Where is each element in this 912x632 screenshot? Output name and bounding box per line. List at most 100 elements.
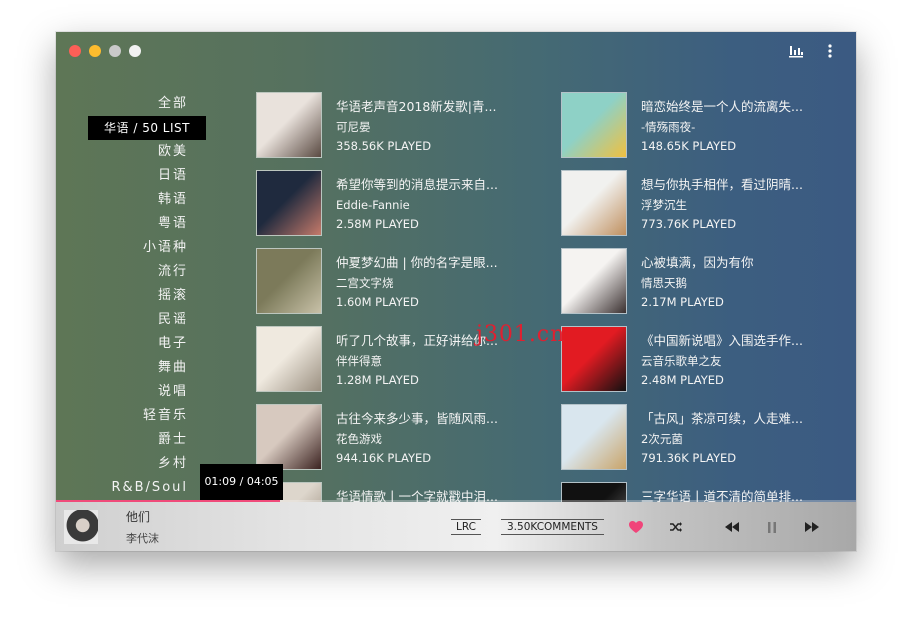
play-count: 148.65K PLAYED xyxy=(641,139,737,153)
playlist-cover[interactable] xyxy=(561,92,627,158)
shuffle-button[interactable] xyxy=(666,517,686,537)
play-count: 1.60M PLAYED xyxy=(336,295,419,309)
playlist-cover[interactable] xyxy=(561,248,627,314)
category-item[interactable]: 全部 xyxy=(56,92,208,116)
category-item[interactable]: 欧美 xyxy=(56,140,208,164)
playlist-title[interactable]: 暗恋始终是一个人的流离失... xyxy=(641,98,851,116)
pause-icon xyxy=(768,521,776,533)
playlist-info: 仲夏梦幻曲 | 你的名字是眼... 二宫文字烧 1.60M PLAYED xyxy=(336,254,546,311)
playlist-card[interactable]: 心被填满，因为有你 情思天鹅 2.17M PLAYED xyxy=(561,248,851,314)
playlist-cover[interactable] xyxy=(561,404,627,470)
category-item[interactable]: 小语种 xyxy=(56,236,208,260)
like-button[interactable] xyxy=(626,517,646,537)
category-item[interactable]: 说唱 xyxy=(56,380,208,404)
playlist-cover[interactable] xyxy=(256,404,322,470)
playlist-author[interactable]: 二宫文字烧 xyxy=(336,274,546,292)
category-item[interactable]: 乡村 xyxy=(56,452,208,476)
app-window: 全部 华语 / 50 LIST 欧美 日语 韩语 粤语 小语种 流行 摇滚 民谣 电子 舞曲 说唱 轻音乐… xyxy=(56,32,856,551)
playlist-cover[interactable] xyxy=(256,326,322,392)
playlist-card[interactable]: 仲夏梦幻曲 | 你的名字是眼... 二宫文字烧 1.60M PLAYED xyxy=(256,248,546,314)
playlist-cover[interactable] xyxy=(561,170,627,236)
watermark-text: j301.cn xyxy=(476,322,566,347)
shuffle-icon xyxy=(670,522,682,532)
playlist-card[interactable]: 暗恋始终是一个人的流离失... -情殇雨夜- 148.65K PLAYED xyxy=(561,92,851,158)
equalizer-icon[interactable] xyxy=(788,44,804,58)
category-item[interactable]: 流行 xyxy=(56,260,208,284)
playlist-card[interactable]: 华语老声音2018新发歌|青... 可尼晏 358.56K PLAYED xyxy=(256,92,546,158)
category-item[interactable]: 轻音乐 xyxy=(56,404,208,428)
play-count: 2.48M PLAYED xyxy=(641,373,724,387)
playlist-info: 《中国新说唱》入围选手作... 云音乐歌单之友 2.48M PLAYED xyxy=(641,332,851,389)
next-button[interactable] xyxy=(802,517,822,537)
playlist-author[interactable]: 2次元菌 xyxy=(641,430,851,448)
now-playing-cover[interactable] xyxy=(64,510,98,544)
category-item[interactable]: 韩语 xyxy=(56,188,208,212)
playlist-card[interactable]: 古往今来多少事，皆随风雨... 花色游戏 944.16K PLAYED xyxy=(256,404,546,470)
more-menu-icon[interactable] xyxy=(828,44,832,58)
play-count: 2.58M PLAYED xyxy=(336,217,419,231)
close-window-button[interactable] xyxy=(69,45,81,57)
category-sidebar: 全部 华语 / 50 LIST 欧美 日语 韩语 粤语 小语种 流行 摇滚 民谣 电子 舞曲 说唱 轻音乐… xyxy=(56,92,208,500)
playlist-card[interactable]: 《中国新说唱》入围选手作... 云音乐歌单之友 2.48M PLAYED xyxy=(561,326,851,392)
playlist-title[interactable]: 华语老声音2018新发歌|青... xyxy=(336,98,546,116)
playlist-info: 「古风」茶凉可续，人走难... 2次元菌 791.36K PLAYED xyxy=(641,410,851,467)
playlist-card[interactable]: 希望你等到的消息提示来自... Eddie-Fannie 2.58M PLAYED xyxy=(256,170,546,236)
playlist-info: 希望你等到的消息提示来自... Eddie-Fannie 2.58M PLAYED xyxy=(336,176,546,233)
playlist-author[interactable]: 云音乐歌单之友 xyxy=(641,352,851,370)
player-bar: 他们 李代沫 LRC 3.50KCOMMENTS xyxy=(56,502,856,551)
song-title: 他们 xyxy=(126,510,151,524)
play-count: 358.56K PLAYED xyxy=(336,139,432,153)
playlist-cover[interactable] xyxy=(561,326,627,392)
fast-forward-icon xyxy=(805,522,819,532)
category-item[interactable]: 粤语 xyxy=(56,212,208,236)
playlist-author[interactable]: 伴伴得意 xyxy=(336,352,546,370)
category-item[interactable]: R&B/Soul xyxy=(56,476,208,500)
play-count: 1.28M PLAYED xyxy=(336,373,419,387)
category-item[interactable]: 日语 xyxy=(56,164,208,188)
previous-button[interactable] xyxy=(722,517,742,537)
playlist-card[interactable]: 三字华语丨道不清的简单排... xyxy=(561,482,851,502)
playlist-author[interactable]: 浮梦沉生 xyxy=(641,196,851,214)
category-item-active[interactable]: 华语 / 50 LIST xyxy=(88,116,206,140)
playlist-title[interactable]: 「古风」茶凉可续，人走难... xyxy=(641,410,851,428)
play-count: 791.36K PLAYED xyxy=(641,451,737,465)
playlist-author[interactable]: -情殇雨夜- xyxy=(641,118,851,136)
category-item[interactable]: 电子 xyxy=(56,332,208,356)
playlist-cover[interactable] xyxy=(256,170,322,236)
extra-window-button[interactable] xyxy=(129,45,141,57)
playlist-info: 古往今来多少事，皆随风雨... 花色游戏 944.16K PLAYED xyxy=(336,410,546,467)
lyrics-button[interactable]: LRC xyxy=(451,519,481,535)
category-item[interactable]: 民谣 xyxy=(56,308,208,332)
play-count: 2.17M PLAYED xyxy=(641,295,724,309)
playlist-author[interactable]: 可尼晏 xyxy=(336,118,546,136)
playlist-title[interactable]: 希望你等到的消息提示来自... xyxy=(336,176,546,194)
comments-button[interactable]: 3.50KCOMMENTS xyxy=(501,519,604,535)
playlist-cover[interactable] xyxy=(256,248,322,314)
playlist-card[interactable]: 华语情歌丨一个字就戳中泪... xyxy=(256,482,546,502)
playlist-author[interactable]: Eddie-Fannie xyxy=(336,196,546,214)
playlist-cover[interactable] xyxy=(561,482,627,502)
playlist-author[interactable]: 情思天鹅 xyxy=(641,274,851,292)
playlist-card[interactable]: 「古风」茶凉可续，人走难... 2次元菌 791.36K PLAYED xyxy=(561,404,851,470)
zoom-window-button[interactable] xyxy=(109,45,121,57)
heart-icon xyxy=(629,521,643,533)
playlist-title[interactable]: 《中国新说唱》入围选手作... xyxy=(641,332,851,350)
category-item[interactable]: 爵士 xyxy=(56,428,208,452)
playlist-cover[interactable] xyxy=(256,92,322,158)
play-count: 773.76K PLAYED xyxy=(641,217,737,231)
top-toolbar xyxy=(788,44,832,58)
rewind-icon xyxy=(725,522,739,532)
minimize-window-button[interactable] xyxy=(89,45,101,57)
now-playing-info: 他们 李代沫 xyxy=(126,508,159,546)
playlist-title[interactable]: 心被填满，因为有你 xyxy=(641,254,851,272)
song-artist[interactable]: 李代沫 xyxy=(126,530,159,546)
category-item[interactable]: 舞曲 xyxy=(56,356,208,380)
category-item[interactable]: 摇滚 xyxy=(56,284,208,308)
playlist-title[interactable]: 想与你执手相伴，看过阴晴... xyxy=(641,176,851,194)
playlist-title[interactable]: 仲夏梦幻曲 | 你的名字是眼... xyxy=(336,254,546,272)
pause-button[interactable] xyxy=(762,517,782,537)
playlist-title[interactable]: 古往今来多少事，皆随风雨... xyxy=(336,410,546,428)
playlist-card[interactable]: 想与你执手相伴，看过阴晴... 浮梦沉生 773.76K PLAYED xyxy=(561,170,851,236)
playlist-info: 暗恋始终是一个人的流离失... -情殇雨夜- 148.65K PLAYED xyxy=(641,98,851,155)
playlist-author[interactable]: 花色游戏 xyxy=(336,430,546,448)
